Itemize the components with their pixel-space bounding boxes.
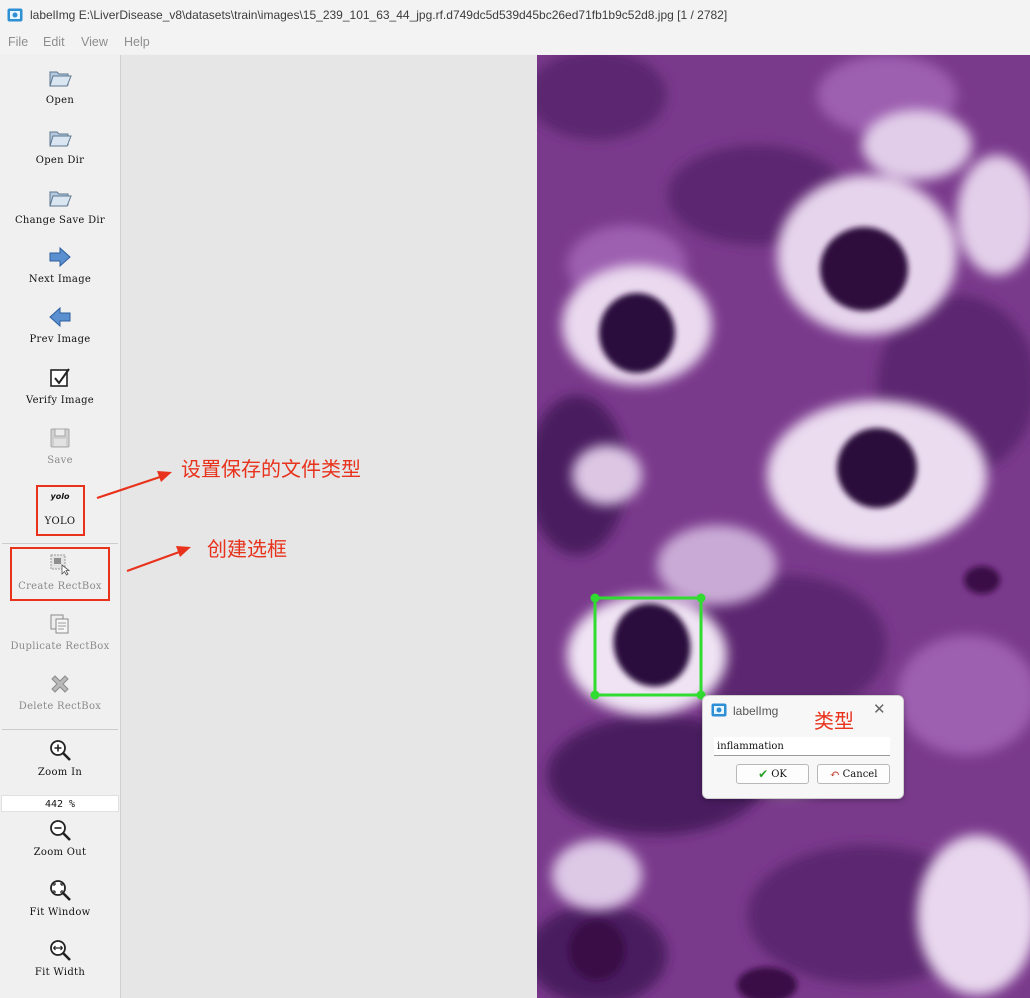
- zoom-in-label: Zoom In: [37, 767, 83, 778]
- annotation-create-box: 创建选框: [207, 539, 287, 561]
- undo-arrow-icon: ↶: [829, 767, 840, 781]
- cancel-label: Cancel: [842, 768, 878, 780]
- save-icon: [50, 428, 70, 448]
- zoom-out-icon: [50, 820, 71, 841]
- menu-view[interactable]: View: [81, 35, 108, 49]
- zoom-in-button[interactable]: Zoom In: [0, 737, 120, 778]
- menu-help[interactable]: Help: [124, 35, 150, 49]
- zoom-out-label: Zoom Out: [33, 847, 87, 858]
- app-icon: [7, 8, 23, 22]
- next-image-button[interactable]: Next Image: [0, 244, 120, 285]
- open-label: Open: [45, 95, 75, 106]
- zoom-out-button[interactable]: Zoom Out: [0, 817, 120, 858]
- duplicate-icon: [50, 614, 69, 634]
- delete-rectbox-label: Delete RectBox: [18, 701, 102, 712]
- folder-icon: [49, 71, 72, 87]
- label-input[interactable]: [714, 737, 890, 756]
- highlight-save-format: [36, 485, 85, 536]
- next-image-label: Next Image: [28, 274, 92, 285]
- title-bar: labelImg E:\LiverDisease_v8\datasets\tra…: [0, 0, 1030, 32]
- annotation-label-type: 类型: [814, 711, 854, 733]
- dialog-title: labelImg: [733, 704, 779, 718]
- change-save-dir-label: Change Save Dir: [14, 215, 106, 226]
- open-button[interactable]: Open: [0, 65, 120, 106]
- duplicate-rectbox-button[interactable]: Duplicate RectBox: [0, 611, 120, 652]
- highlight-create-rectbox: [10, 547, 110, 601]
- menu-bar: File Edit View Help: [0, 32, 1030, 54]
- verify-image-button[interactable]: Verify Image: [0, 365, 120, 406]
- fit-width-button[interactable]: Fit Width: [0, 937, 120, 978]
- save-button[interactable]: Save: [0, 425, 120, 466]
- ok-label: OK: [771, 768, 787, 780]
- check-icon: ✔: [758, 767, 769, 781]
- fit-window-button[interactable]: Fit Window: [0, 877, 120, 918]
- folder-icon: [49, 131, 72, 147]
- toolbar-separator: [2, 543, 118, 544]
- change-save-dir-button[interactable]: Change Save Dir: [0, 185, 120, 226]
- zoom-value-field[interactable]: 442 %: [1, 795, 119, 812]
- fit-width-label: Fit Width: [34, 967, 86, 978]
- label-dialog: labelImg ✕ ✔ OK ↶ Cancel: [702, 695, 904, 799]
- delete-rectbox-button[interactable]: Delete RectBox: [0, 671, 120, 712]
- close-icon[interactable]: ✕: [873, 700, 886, 718]
- toolbar-separator: [2, 729, 118, 730]
- fit-window-label: Fit Window: [29, 907, 91, 918]
- image-canvas[interactable]: [121, 55, 1030, 998]
- save-label: Save: [47, 455, 73, 466]
- prev-image-label: Prev Image: [29, 334, 91, 345]
- window-title: labelImg E:\LiverDisease_v8\datasets\tra…: [30, 8, 728, 22]
- menu-edit[interactable]: Edit: [43, 35, 65, 49]
- verify-image-label: Verify Image: [25, 395, 95, 406]
- duplicate-rectbox-label: Duplicate RectBox: [10, 641, 110, 652]
- annotation-save-format: 设置保存的文件类型: [181, 459, 361, 481]
- arrow-left-icon: [49, 306, 71, 328]
- cancel-button[interactable]: ↶ Cancel: [817, 764, 890, 784]
- checkbox-icon: [50, 368, 70, 387]
- arrow-right-icon: [49, 246, 71, 268]
- folder-icon: [49, 191, 72, 207]
- open-dir-label: Open Dir: [35, 155, 85, 166]
- zoom-in-icon: [50, 740, 71, 761]
- prev-image-button[interactable]: Prev Image: [0, 304, 120, 345]
- fit-window-icon: [50, 880, 71, 901]
- fit-width-icon: [50, 940, 71, 961]
- delete-icon: [51, 675, 69, 693]
- ok-button[interactable]: ✔ OK: [736, 764, 809, 784]
- menu-file[interactable]: File: [8, 35, 28, 49]
- open-dir-button[interactable]: Open Dir: [0, 125, 120, 166]
- app-icon: [711, 703, 727, 717]
- histology-image: [537, 55, 1030, 998]
